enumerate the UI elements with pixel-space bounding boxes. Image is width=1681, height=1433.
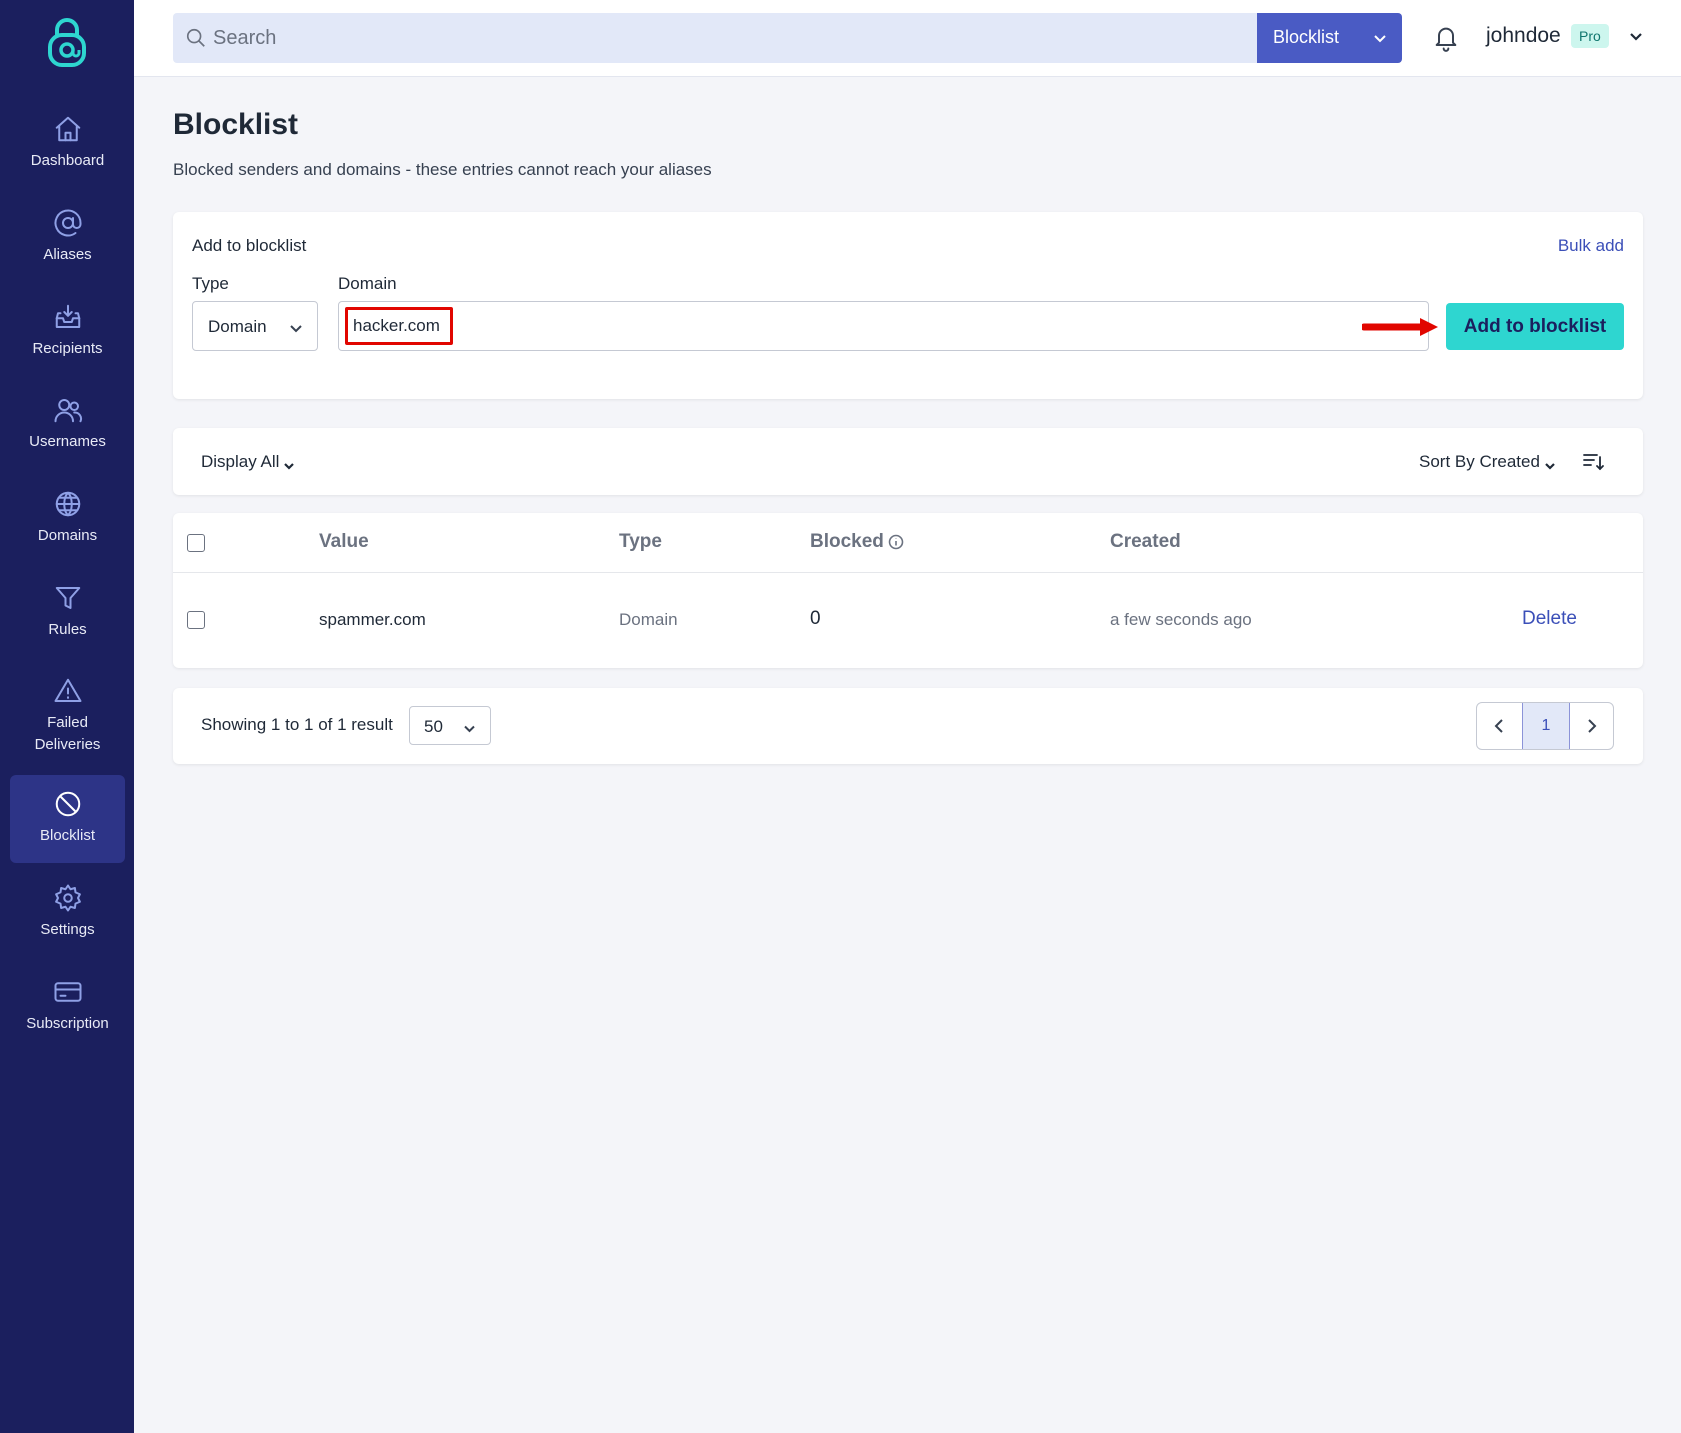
column-header-value[interactable]: Value bbox=[319, 531, 369, 553]
type-select-value: Domain bbox=[208, 317, 267, 336]
sidebar-item-label: Settings bbox=[40, 921, 95, 938]
chevron-down-icon bbox=[1544, 457, 1556, 470]
annotation-arrow-icon bbox=[1362, 318, 1438, 336]
chevron-down-icon bbox=[289, 320, 303, 334]
chevron-down-icon bbox=[463, 720, 476, 733]
sidebar-item-label: Usernames bbox=[29, 433, 106, 450]
add-to-blocklist-button[interactable]: Add to blocklist bbox=[1446, 303, 1624, 350]
sidebar-item-label: Failed Deliveries bbox=[34, 714, 101, 753]
sidebar-item-usernames[interactable]: Usernames bbox=[10, 381, 125, 469]
ban-icon bbox=[53, 789, 83, 819]
column-header-blocked-label: Blocked bbox=[810, 531, 884, 552]
domain-input[interactable] bbox=[353, 302, 1413, 350]
result-count: Showing 1 to 1 of 1 result bbox=[201, 715, 393, 734]
sidebar-item-domains[interactable]: Domains bbox=[10, 475, 125, 563]
notifications-bell-icon[interactable] bbox=[1432, 24, 1460, 52]
filter-bar: Display All Sort By Created bbox=[173, 428, 1643, 495]
at-sign-icon bbox=[53, 208, 83, 238]
add-form-title: Add to blocklist bbox=[192, 236, 307, 255]
domain-label: Domain bbox=[338, 274, 397, 293]
padlock-at-logo-icon[interactable] bbox=[45, 16, 89, 70]
display-filter-dropdown[interactable]: Display All bbox=[201, 452, 295, 472]
search-scope-select[interactable]: Blocklist bbox=[1257, 13, 1402, 63]
sidebar-item-blocklist[interactable]: Blocklist bbox=[10, 775, 125, 863]
globe-icon bbox=[53, 489, 83, 519]
sort-direction-icon[interactable] bbox=[1581, 449, 1605, 473]
table-header: Value Type Blocked Created bbox=[173, 513, 1643, 573]
sidebar-item-label: Aliases bbox=[43, 246, 92, 263]
sidebar-item-label: Dashboard bbox=[30, 152, 105, 169]
sidebar-item-settings[interactable]: Settings bbox=[10, 869, 125, 957]
column-header-created[interactable]: Created bbox=[1110, 531, 1181, 553]
sidebar-item-rules[interactable]: Rules bbox=[10, 569, 125, 657]
domain-field bbox=[338, 301, 1429, 351]
gear-icon bbox=[53, 883, 83, 913]
per-page-value: 50 bbox=[424, 717, 443, 736]
type-select[interactable]: Domain bbox=[192, 301, 318, 351]
row-created: a few seconds ago bbox=[1110, 610, 1252, 629]
sidebar: Dashboard Aliases Recipients Usernames D… bbox=[0, 0, 134, 1433]
chevron-right-icon bbox=[1588, 719, 1597, 733]
column-header-type[interactable]: Type bbox=[619, 531, 662, 553]
page-navigation: 1 bbox=[1476, 702, 1614, 750]
row-checkbox[interactable] bbox=[187, 611, 205, 629]
page-subtitle: Blocked senders and domains - these entr… bbox=[173, 160, 712, 179]
users-icon bbox=[53, 395, 83, 425]
sidebar-item-label: Recipients bbox=[32, 340, 103, 357]
row-blocked-count: 0 bbox=[810, 608, 821, 629]
sidebar-item-dashboard[interactable]: Dashboard bbox=[10, 100, 125, 188]
bulk-add-link[interactable]: Bulk add bbox=[1558, 236, 1624, 256]
sidebar-item-label: Domains bbox=[37, 527, 98, 544]
sort-dropdown[interactable]: Sort By Created bbox=[1419, 452, 1556, 472]
sort-label: Sort By Created bbox=[1419, 452, 1540, 471]
table-row: spammer.com Domain 0 a few seconds ago D… bbox=[173, 573, 1643, 668]
username[interactable]: johndoe bbox=[1486, 24, 1561, 48]
previous-page-button[interactable] bbox=[1477, 703, 1522, 749]
sidebar-item-label: Subscription bbox=[26, 1015, 109, 1032]
search-bar bbox=[173, 13, 1257, 63]
plan-badge: Pro bbox=[1571, 24, 1609, 48]
next-page-button[interactable] bbox=[1568, 703, 1613, 749]
display-filter-label: Display All bbox=[201, 452, 280, 471]
warning-icon bbox=[53, 676, 83, 706]
chevron-left-icon bbox=[1494, 719, 1503, 733]
sidebar-item-failed-deliveries[interactable]: Failed Deliveries bbox=[10, 662, 125, 762]
delete-button[interactable]: Delete bbox=[1522, 608, 1577, 630]
chevron-down-icon bbox=[1372, 30, 1388, 46]
inbox-icon bbox=[53, 302, 83, 332]
sidebar-item-label: Rules bbox=[48, 621, 87, 638]
page-title: Blocklist bbox=[173, 108, 299, 141]
blocklist-table: Value Type Blocked Created spammer.com D… bbox=[173, 513, 1643, 668]
search-icon bbox=[185, 27, 207, 49]
select-all-checkbox[interactable] bbox=[187, 534, 205, 552]
sidebar-item-aliases[interactable]: Aliases bbox=[10, 194, 125, 282]
info-icon[interactable] bbox=[888, 534, 904, 550]
user-menu-chevron-icon[interactable] bbox=[1628, 28, 1644, 44]
row-value: spammer.com bbox=[319, 610, 426, 629]
top-bar: Blocklist johndoe Pro bbox=[134, 0, 1681, 77]
row-type: Domain bbox=[619, 610, 678, 629]
column-header-blocked[interactable]: Blocked bbox=[810, 531, 904, 553]
credit-card-icon bbox=[53, 977, 83, 1007]
sidebar-item-subscription[interactable]: Subscription bbox=[10, 963, 125, 1051]
search-input[interactable] bbox=[213, 13, 1243, 63]
sidebar-item-recipients[interactable]: Recipients bbox=[10, 288, 125, 376]
filter-icon bbox=[53, 583, 83, 613]
search-scope-label: Blocklist bbox=[1273, 27, 1340, 47]
home-icon bbox=[53, 114, 83, 144]
per-page-select[interactable]: 50 bbox=[409, 706, 491, 745]
type-label: Type bbox=[192, 274, 229, 293]
chevron-down-icon bbox=[283, 457, 295, 470]
sidebar-item-label: Blocklist bbox=[39, 827, 95, 844]
pagination-bar: Showing 1 to 1 of 1 result 50 1 bbox=[173, 688, 1643, 764]
add-to-blocklist-card: Add to blocklist Bulk add Type Domain Do… bbox=[173, 212, 1643, 399]
current-page-button[interactable]: 1 bbox=[1522, 703, 1570, 749]
